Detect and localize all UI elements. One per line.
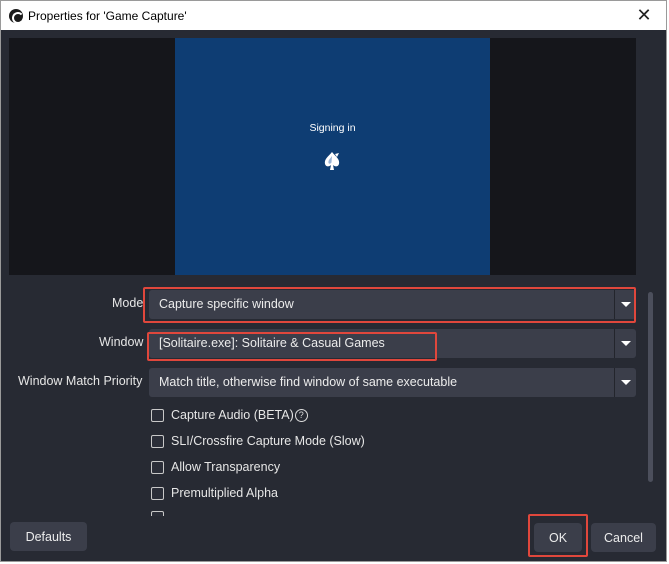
cancel-button[interactable]: Cancel xyxy=(591,523,656,552)
premultiplied-alpha-checkbox[interactable] xyxy=(151,486,164,500)
sli-crossfire-checkbox[interactable] xyxy=(151,434,164,448)
capture-audio-option[interactable]: Capture Audio (BETA) ? xyxy=(151,408,308,422)
window-dropdown[interactable]: [Solitaire.exe]: Solitaire & Casual Game… xyxy=(149,329,636,358)
defaults-button[interactable]: Defaults xyxy=(10,522,87,551)
priority-dropdown-value: Match title, otherwise find window of sa… xyxy=(159,375,458,389)
properties-dialog: Properties for 'Game Capture' ✕ Signing … xyxy=(0,0,667,562)
form-scrollbar[interactable] xyxy=(645,284,655,516)
preview-status-text: Signing in xyxy=(309,122,356,134)
mode-label: Mode xyxy=(112,296,144,310)
close-icon[interactable]: ✕ xyxy=(622,1,666,30)
mode-dropdown[interactable]: Capture specific window xyxy=(149,290,636,319)
captured-window-preview: Signing in xyxy=(175,38,490,275)
capture-audio-checkbox[interactable] xyxy=(151,408,164,422)
title-bar: Properties for 'Game Capture' ✕ xyxy=(1,1,666,30)
properties-form: Mode Capture specific window Window [Sol… xyxy=(1,281,646,516)
chevron-down-icon[interactable] xyxy=(614,368,636,397)
window-title: Properties for 'Game Capture' xyxy=(28,8,187,23)
sli-crossfire-option[interactable]: SLI/Crossfire Capture Mode (Slow) xyxy=(151,434,365,448)
allow-transparency-checkbox[interactable] xyxy=(151,460,164,474)
help-icon[interactable]: ? xyxy=(294,408,308,422)
mode-dropdown-value: Capture specific window xyxy=(159,297,294,311)
solitaire-spade-icon xyxy=(324,152,340,170)
premultiplied-alpha-option[interactable]: Premultiplied Alpha xyxy=(151,486,278,500)
window-match-priority-dropdown[interactable]: Match title, otherwise find window of sa… xyxy=(149,368,636,397)
allow-transparency-option[interactable]: Allow Transparency xyxy=(151,460,280,474)
chevron-down-icon[interactable] xyxy=(614,329,636,358)
source-preview: Signing in xyxy=(9,38,636,275)
capture-audio-label: Capture Audio (BETA) xyxy=(171,408,294,422)
sli-crossfire-label: SLI/Crossfire Capture Mode (Slow) xyxy=(171,434,365,448)
partially-hidden-checkbox[interactable] xyxy=(151,511,164,516)
window-dropdown-value: [Solitaire.exe]: Solitaire & Casual Game… xyxy=(159,336,385,350)
obs-logo-icon xyxy=(9,8,24,24)
scrollbar-thumb[interactable] xyxy=(648,292,653,482)
allow-transparency-label: Allow Transparency xyxy=(171,460,281,474)
window-label: Window xyxy=(99,335,144,349)
premultiplied-alpha-label: Premultiplied Alpha xyxy=(171,486,279,500)
window-match-priority-label: Window Match Priority xyxy=(18,374,143,388)
partially-hidden-option[interactable] xyxy=(151,511,171,516)
ok-button[interactable]: OK xyxy=(534,523,582,552)
chevron-down-icon[interactable] xyxy=(614,290,636,319)
